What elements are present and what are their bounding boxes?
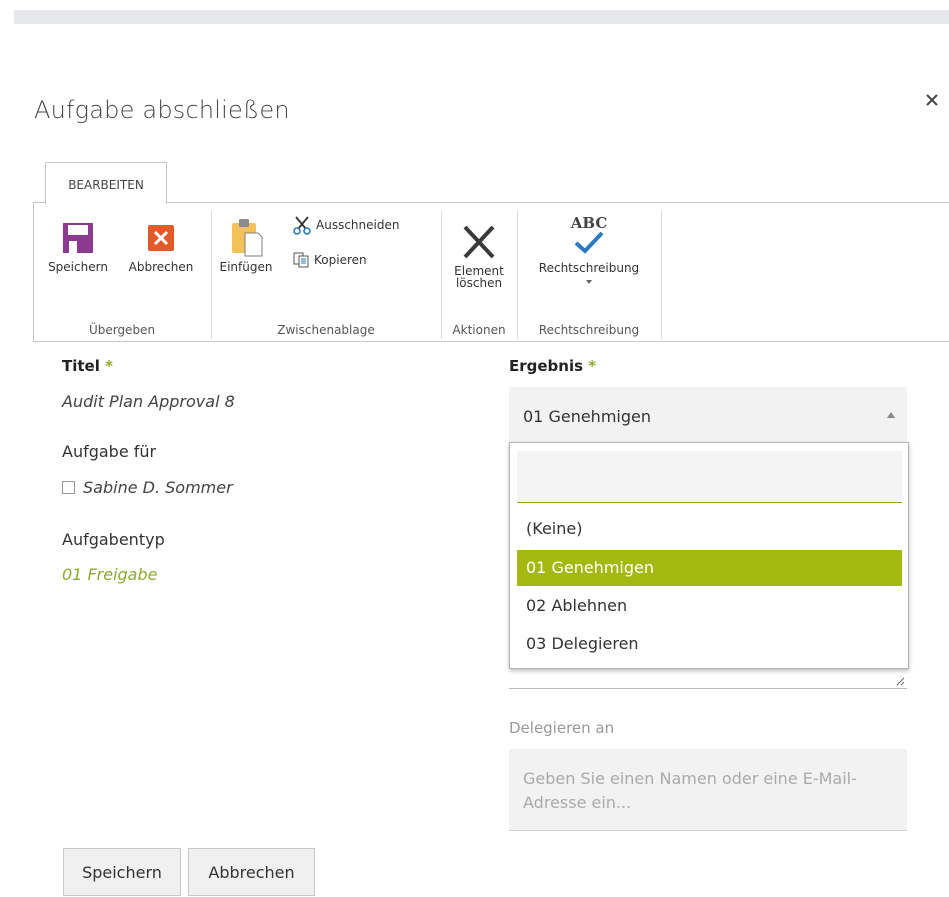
delegate-people-picker[interactable]: Geben Sie einen Namen oder eine E-Mail-A… xyxy=(509,749,907,831)
cancel-button[interactable]: Abbrechen xyxy=(188,848,315,896)
tab-bearbeiten[interactable]: BEARBEITEN xyxy=(45,162,167,204)
result-option-approve[interactable]: 01 Genehmigen xyxy=(517,550,902,586)
ribbon-delete-label-2: löschen xyxy=(455,276,503,290)
copy-icon xyxy=(293,252,309,268)
user-checkbox[interactable] xyxy=(62,481,75,494)
ribbon-cancel-label: Abbrechen xyxy=(128,260,194,274)
comment-textarea[interactable] xyxy=(509,666,907,689)
scissors-icon xyxy=(293,216,311,235)
tasktype-value: 01 Freigabe xyxy=(62,565,158,584)
title-value: Audit Plan Approval 8 xyxy=(62,392,235,411)
chevron-down-icon xyxy=(586,280,592,284)
result-option-reject[interactable]: 02 Ablehnen xyxy=(517,588,902,624)
result-label: Ergebnis * xyxy=(509,357,597,375)
ribbon-paste-label: Einfügen xyxy=(219,260,273,274)
ribbon-save-label: Speichern xyxy=(48,260,108,274)
required-marker: * xyxy=(105,357,113,375)
ribbon-group-submit: Speichern Abbrechen Übergeben xyxy=(34,203,210,341)
group-label-spelling: Rechtschreibung xyxy=(538,323,640,337)
tasktype-label: Aufgabentyp xyxy=(62,530,165,549)
save-icon xyxy=(63,223,93,253)
ribbon-group-spelling: ABC Rechtschreibung Rechtschreibung xyxy=(518,203,660,341)
resize-grip-icon[interactable] xyxy=(895,676,905,686)
delegate-label: Delegieren an xyxy=(509,719,615,737)
ribbon-cut-button[interactable]: Ausschneiden xyxy=(292,215,399,235)
result-option-delegate[interactable]: 03 Delegieren xyxy=(517,626,902,662)
ribbon-spelling-label: Rechtschreibung xyxy=(538,261,640,275)
group-label-actions: Aktionen xyxy=(452,323,506,337)
ribbon-delete-button[interactable]: Element löschen xyxy=(446,221,512,289)
assigned-label: Aufgabe für xyxy=(62,442,157,461)
result-selected-value: 01 Genehmigen xyxy=(523,407,651,426)
delegate-placeholder: Geben Sie einen Namen oder eine E-Mail-A… xyxy=(523,769,857,812)
ribbon-paste-button[interactable]: Einfügen xyxy=(218,217,274,274)
ribbon-copy-button[interactable]: Kopieren xyxy=(292,251,367,269)
result-dropdown: (Keine) 01 Genehmigen 02 Ablehnen 03 Del… xyxy=(509,442,909,669)
paste-icon xyxy=(232,219,263,257)
ribbon: Speichern Abbrechen Übergeben Einfügen A… xyxy=(33,202,949,342)
checkmark-icon xyxy=(574,231,604,254)
delete-icon xyxy=(463,225,495,259)
dialog-title: Aufgabe abschließen xyxy=(34,96,290,124)
ribbon-divider xyxy=(661,211,662,339)
spellcheck-abc-text: ABC xyxy=(570,214,608,232)
ribbon-save-button[interactable]: Speichern xyxy=(40,217,116,274)
assigned-value: Sabine D. Sommer xyxy=(62,478,233,497)
result-select[interactable]: 01 Genehmigen xyxy=(509,387,907,443)
assigned-user-name[interactable]: Sabine D. Sommer xyxy=(83,478,233,497)
required-marker: * xyxy=(588,357,597,375)
ribbon-spelling-button[interactable]: ABC Rechtschreibung xyxy=(522,215,656,284)
ribbon-group-actions: Element löschen Aktionen xyxy=(442,203,516,341)
cancel-icon xyxy=(148,225,174,251)
save-button[interactable]: Speichern xyxy=(63,848,181,896)
dropdown-search-input[interactable] xyxy=(517,451,902,503)
close-icon xyxy=(926,94,938,106)
ribbon-group-clipboard: Einfügen Ausschneiden Kopieren Zwischena… xyxy=(212,203,440,341)
result-option-none[interactable]: (Keine) xyxy=(517,511,902,547)
ribbon-copy-label: Kopieren xyxy=(314,253,367,267)
chevron-up-icon xyxy=(887,412,895,418)
ribbon-cut-label: Ausschneiden xyxy=(316,218,400,232)
title-label: Titel * xyxy=(62,357,113,375)
top-bar xyxy=(14,10,949,24)
close-button[interactable] xyxy=(922,90,944,112)
group-label-clipboard: Zwischenablage xyxy=(277,323,375,337)
ribbon-cancel-button[interactable]: Abbrechen xyxy=(120,217,202,274)
group-label-submit: Übergeben xyxy=(88,323,156,337)
